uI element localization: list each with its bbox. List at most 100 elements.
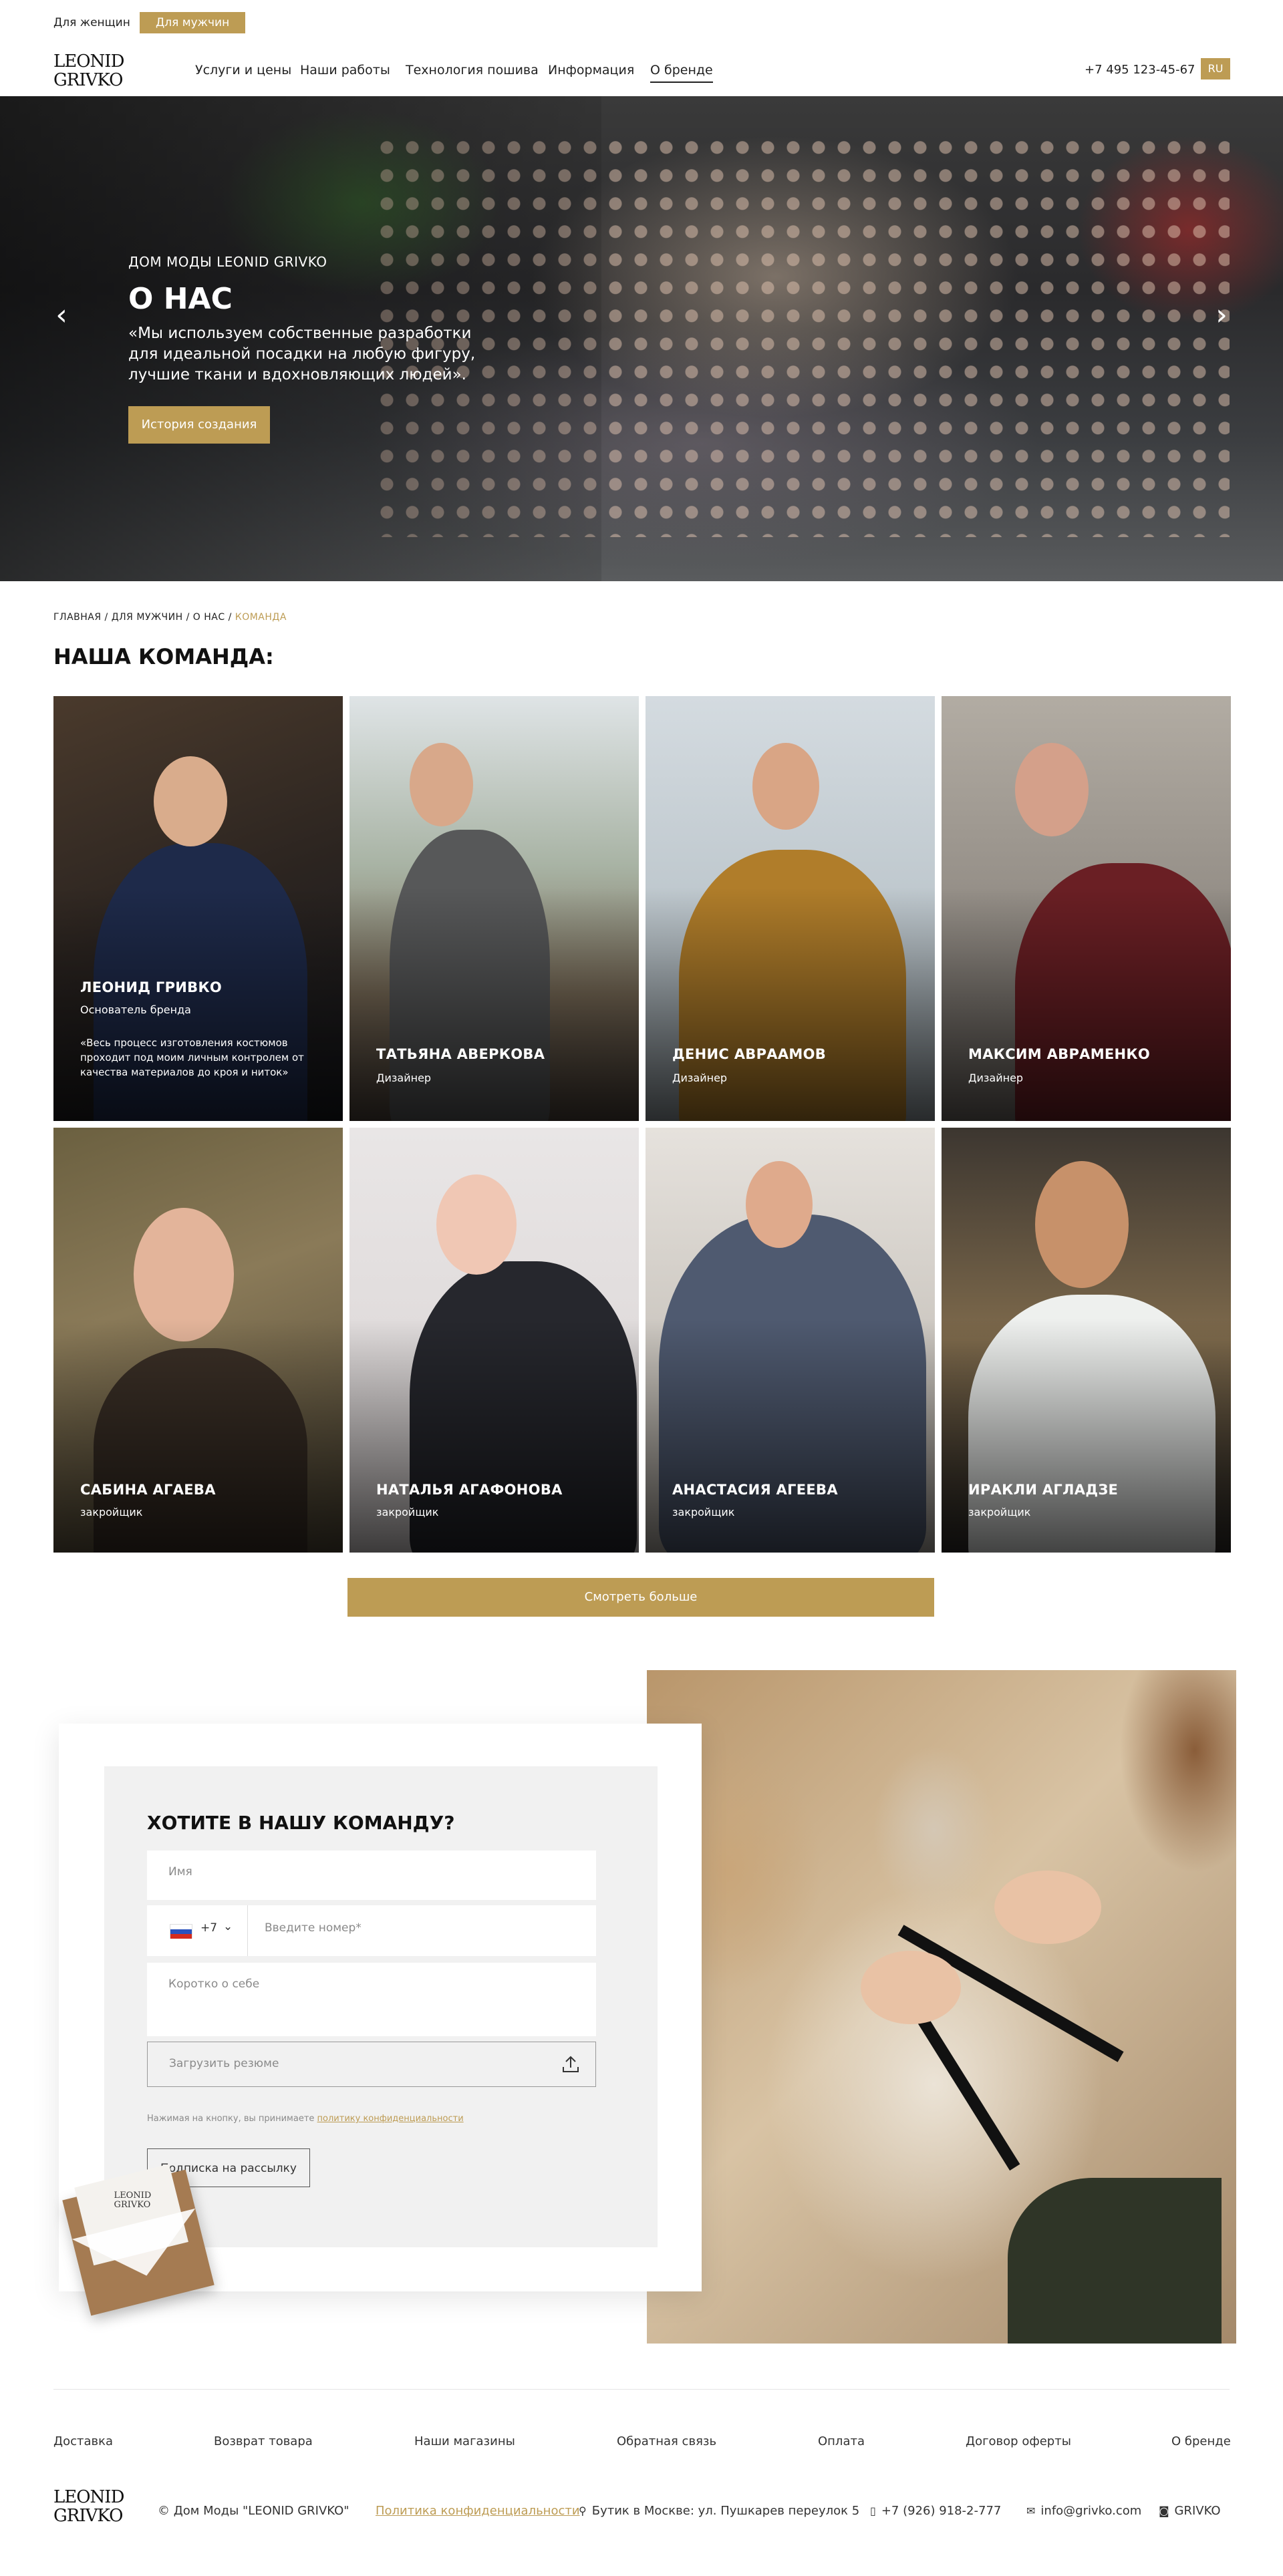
card-overlay: [942, 887, 1231, 1121]
name-placeholder: Имя: [168, 1865, 192, 1879]
instagram-icon: ◙: [1159, 2505, 1169, 2517]
footer-phone[interactable]: ▯ +7 (926) 918-2-777: [870, 2504, 1001, 2518]
footer-link-payment[interactable]: Оплата: [818, 2434, 865, 2448]
team-card[interactable]: САБИНА АГАЕВА закройщик: [53, 1128, 343, 1553]
upload-resume-button[interactable]: Загрузить резюме: [147, 2042, 596, 2087]
member-role: Дизайнер: [672, 1072, 728, 1084]
address-text: Бутик в Москве: ул. Пушкарев переулок 5: [591, 2504, 860, 2518]
team-card[interactable]: ЛЕОНИД ГРИВКО Основатель бренда «Весь пр…: [53, 696, 343, 1121]
breadcrumb-about[interactable]: О НАС: [193, 612, 225, 623]
consent-text: Нажимая на кнопку, вы принимаете политик…: [147, 2114, 464, 2124]
footer-phone-text: +7 (926) 918-2-777: [881, 2504, 1002, 2518]
russia-flag-icon[interactable]: [170, 1924, 192, 1939]
privacy-policy-link[interactable]: политику конфиденциальности: [317, 2114, 464, 2124]
team-card[interactable]: ТАТЬЯНА АВЕРКОВА Дизайнер: [349, 696, 639, 1121]
consent-label: Нажимая на кнопку, вы принимаете: [147, 2114, 315, 2124]
portrait-face: [746, 1161, 813, 1248]
member-name: АНАСТАСИЯ АГЕЕВА: [672, 1482, 838, 1498]
hero-next-arrow-icon[interactable]: ›: [1208, 301, 1235, 330]
phone-field[interactable]: +7 ⌄ Введите номер*: [147, 1905, 596, 1956]
envelope-logo-line-1: LEONID: [114, 2191, 152, 2201]
footer-logo-line-1: LEONID: [53, 2487, 124, 2507]
member-name: ДЕНИС АВРААМОВ: [672, 1046, 827, 1062]
tailor-photo: [647, 1670, 1236, 2344]
name-field[interactable]: Имя: [147, 1850, 596, 1900]
nav-works[interactable]: Наши работы: [300, 63, 390, 77]
portrait-face: [154, 756, 227, 846]
member-role: закройщик: [672, 1506, 735, 1518]
photo-detail: [1008, 2178, 1222, 2344]
boutique-address: ⚲ Бутик в Москве: ул. Пушкарев переулок 5: [579, 2504, 859, 2518]
member-role: закройщик: [376, 1506, 439, 1518]
nav-info[interactable]: Информация: [548, 63, 634, 77]
phone-divider: [247, 1905, 248, 1956]
history-button[interactable]: История создания: [128, 406, 270, 444]
envelope-logo-line-2: GRIVKO: [114, 2200, 151, 2211]
footer-logo[interactable]: LEONID GRIVKO: [53, 2488, 124, 2525]
phone-placeholder: Введите номер*: [265, 1921, 362, 1935]
footer-instagram[interactable]: ◙ GRIVKO: [1159, 2504, 1221, 2518]
team-card[interactable]: НАТАЛЬЯ АГАФОНОВА закройщик: [349, 1128, 639, 1553]
footer-link-offer[interactable]: Договор оферты: [966, 2434, 1071, 2448]
nav-about[interactable]: О бренде: [650, 63, 713, 83]
team-card[interactable]: АНАСТАСИЯ АГЕЕВА закройщик: [646, 1128, 935, 1553]
member-role: Дизайнер: [376, 1072, 432, 1084]
breadcrumb-sep: /: [225, 612, 235, 623]
language-switch[interactable]: RU: [1201, 58, 1230, 79]
footer-link-stores[interactable]: Наши магазины: [414, 2434, 515, 2448]
member-role: закройщик: [968, 1506, 1031, 1518]
member-name: ТАТЬЯНА АВЕРКОВА: [376, 1046, 545, 1062]
portrait-face: [410, 743, 473, 826]
breadcrumb-sep: /: [182, 612, 193, 623]
hero-prev-arrow-icon[interactable]: ‹: [48, 301, 75, 330]
tab-men[interactable]: Для мужчин: [140, 12, 246, 33]
portrait-face: [436, 1174, 517, 1275]
phone-code[interactable]: +7: [200, 1921, 217, 1935]
logo[interactable]: LEONID GRIVKO: [53, 52, 127, 90]
team-card[interactable]: ИРАКЛИ АГЛАДЗЕ закройщик: [942, 1128, 1231, 1553]
phone-icon: ▯: [870, 2505, 876, 2517]
breadcrumb-men[interactable]: ДЛЯ МУЖЧИН: [112, 612, 183, 623]
map-pin-icon: ⚲: [579, 2505, 587, 2517]
photo-detail: [994, 1871, 1101, 1944]
footer-link-about[interactable]: О бренде: [1171, 2434, 1231, 2448]
breadcrumb: ГЛАВНАЯ / ДЛЯ МУЖЧИН / О НАС / КОМАНДА: [53, 612, 287, 623]
portrait-face: [1035, 1161, 1129, 1288]
footer-instagram-text: GRIVKO: [1174, 2504, 1221, 2518]
member-role: закройщик: [80, 1506, 143, 1518]
member-role: Основатель бренда: [80, 1003, 191, 1016]
hero-text: «Мы используем собственные разработки дл…: [128, 325, 476, 383]
hero-title: О НАС: [128, 282, 233, 316]
mail-icon: ✉: [1026, 2505, 1036, 2517]
team-card[interactable]: МАКСИМ АВРАМЕНКО Дизайнер: [942, 696, 1231, 1121]
about-field[interactable]: Коротко о себе: [147, 1963, 596, 2036]
member-name: МАКСИМ АВРАМЕНКО: [968, 1046, 1151, 1062]
member-name: ИРАКЛИ АГЛАДЗЕ: [968, 1482, 1119, 1498]
footer-email-text: info@grivko.com: [1040, 2504, 1142, 2518]
footer-link-returns[interactable]: Возврат товара: [214, 2434, 313, 2448]
card-overlay: [646, 887, 935, 1121]
footer-link-feedback[interactable]: Обратная связь: [617, 2434, 716, 2448]
copyright: © Дом Моды "LEONID GRIVKO": [158, 2504, 349, 2518]
header-phone[interactable]: +7 495 123-45-67: [1085, 63, 1195, 77]
about-placeholder: Коротко о себе: [168, 1977, 260, 1991]
logo-line-1: LEONID: [53, 51, 124, 71]
gender-switch-bar: Для женщин Для мужчин: [0, 0, 1283, 47]
nav-technology[interactable]: Технология пошива: [406, 63, 539, 77]
tab-women[interactable]: Для женщин: [37, 12, 146, 33]
portrait-face: [752, 743, 819, 830]
member-name: НАТАЛЬЯ АГАФОНОВА: [376, 1482, 563, 1498]
privacy-policy-footer-link[interactable]: Политика конфиденциальности: [376, 2504, 580, 2518]
breadcrumb-home[interactable]: ГЛАВНАЯ: [53, 612, 102, 623]
nav-services[interactable]: Услуги и цены: [195, 63, 291, 77]
envelope-logo: LEONID GRIVKO: [114, 2191, 152, 2210]
team-card[interactable]: ДЕНИС АВРААМОВ Дизайнер: [646, 696, 935, 1121]
footer-email[interactable]: ✉ info@grivko.com: [1026, 2504, 1141, 2518]
chevron-down-icon[interactable]: ⌄: [223, 1920, 233, 1933]
footer-divider: [53, 2389, 1230, 2390]
member-role: Дизайнер: [968, 1072, 1024, 1084]
member-name: САБИНА АГАЕВА: [80, 1482, 216, 1498]
breadcrumb-sep: /: [101, 612, 112, 623]
footer-link-delivery[interactable]: Доставка: [53, 2434, 113, 2448]
show-more-button[interactable]: Смотреть больше: [347, 1578, 934, 1617]
